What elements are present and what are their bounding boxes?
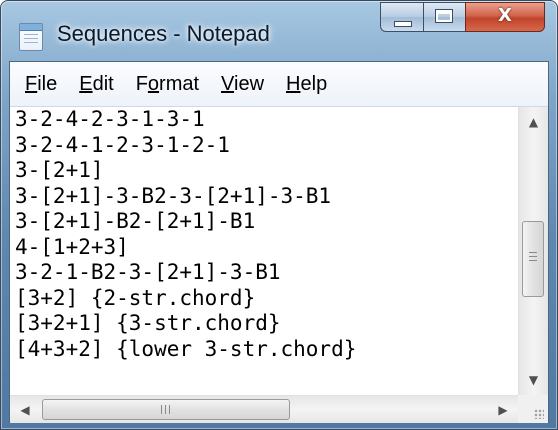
caption-buttons: X [380, 2, 545, 32]
grip-icon [529, 251, 537, 264]
close-button[interactable]: X [465, 2, 545, 32]
scroll-right-icon[interactable]: ▶ [488, 396, 518, 423]
menu-edit-label: dit [92, 72, 114, 95]
title-bar[interactable]: Sequences - Notepad X [1, 1, 557, 61]
maximize-button[interactable] [423, 2, 465, 32]
text-line: 3-[2+1]-B2-[2+1]-B1 [15, 209, 256, 233]
menu-edit-mnemonic: E [79, 72, 93, 95]
menu-format-prefix: F [135, 72, 148, 95]
text-line: 3-[2+1]-3-B2-3-[2+1]-3-B1 [15, 183, 332, 208]
menu-view-mnemonic: V [221, 72, 235, 95]
menu-format-mnemonic: o [147, 72, 160, 95]
notepad-window: Sequences - Notepad X File Edit Format V… [0, 0, 558, 430]
menu-view-label: iew [234, 72, 265, 95]
window-title: Sequences - Notepad [57, 21, 270, 46]
text-editor[interactable]: 3-2-4-2-3-1-3-1 3-2-4-1-2-3-1-2-1 3-[2+1… [10, 107, 518, 395]
minimize-icon [394, 21, 412, 27]
notepad-icon[interactable] [19, 23, 43, 51]
menu-format-label: rmat [159, 72, 200, 95]
menu-help-mnemonic: H [286, 72, 301, 95]
maximize-icon [435, 9, 453, 23]
text-line: [3+2+1] {3-str.chord} [15, 311, 281, 335]
text-line: 3-2-1-B2-3-[2+1]-3-B1 [15, 260, 281, 284]
text-line: 3-2-4-2-3-1-3-1 [15, 107, 205, 131]
menu-bar: File Edit Format View Help [10, 62, 548, 107]
minimize-button[interactable] [380, 2, 423, 32]
menu-format[interactable]: Format [125, 67, 210, 102]
client-area: File Edit Format View Help 3-2-4-2-3-1-3… [9, 61, 549, 423]
vertical-scrollbar[interactable]: ▲ ▼ [518, 107, 548, 395]
menu-file-mnemonic: F [25, 72, 38, 95]
close-icon: X [498, 5, 512, 26]
resize-grip-icon[interactable] [518, 395, 548, 423]
text-line: 3-[2+1] [15, 158, 104, 182]
scroll-down-icon[interactable]: ▼ [519, 365, 548, 395]
menu-file-label: ile [37, 72, 58, 95]
horizontal-scroll-thumb[interactable] [42, 399, 290, 420]
text-line: 3-2-4-1-2-3-1-2-1 [15, 132, 230, 157]
menu-view[interactable]: View [210, 67, 275, 102]
grip-icon [161, 405, 173, 414]
menu-help-label: elp [300, 72, 328, 95]
scroll-up-icon[interactable]: ▲ [519, 107, 548, 137]
text-line: 4-[1+2+3] [15, 234, 129, 259]
text-line: [4+3+2] {lower 3-str.chord} [15, 336, 357, 361]
menu-edit[interactable]: Edit [68, 67, 124, 102]
scroll-left-icon[interactable]: ◀ [10, 396, 40, 423]
menu-help[interactable]: Help [275, 67, 338, 102]
vertical-scroll-thumb[interactable] [522, 220, 544, 297]
text-line: [3+2] {2-str.chord} [15, 285, 256, 310]
menu-file[interactable]: File [14, 67, 68, 102]
horizontal-scrollbar[interactable]: ◀ ▶ [10, 395, 518, 423]
